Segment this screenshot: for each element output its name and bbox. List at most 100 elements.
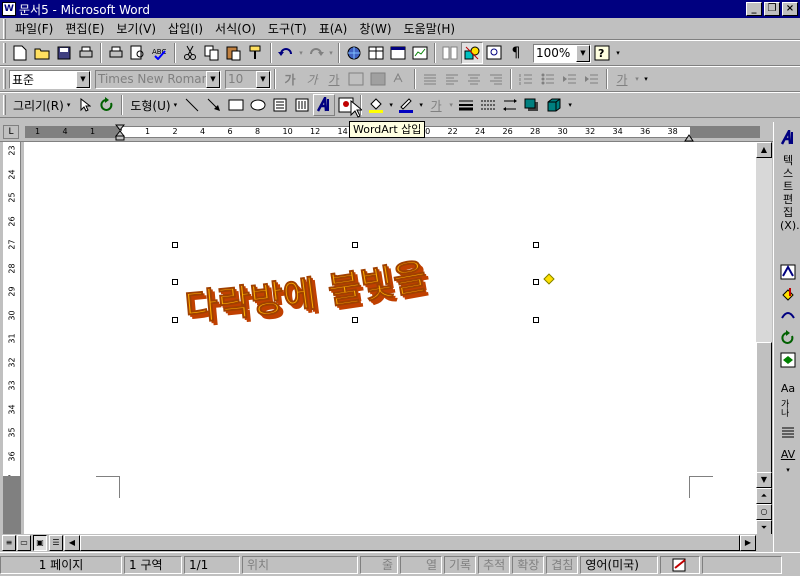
char-border-icon[interactable] xyxy=(345,68,367,90)
line-icon[interactable] xyxy=(181,94,203,116)
menu-insert[interactable]: 삽입(I) xyxy=(162,20,209,37)
format-wordart-icon[interactable] xyxy=(777,284,799,304)
italic-button[interactable]: 가 xyxy=(301,68,323,90)
open-icon[interactable] xyxy=(31,42,53,64)
previous-page-button[interactable]: ⏶ xyxy=(756,488,772,504)
style-combo[interactable]: 표준 ▼ xyxy=(9,69,91,89)
menu-table[interactable]: 표(A) xyxy=(313,20,354,37)
zoom-dropdown-icon[interactable]: ▼ xyxy=(576,44,590,62)
underline-button[interactable]: 가 xyxy=(323,68,345,90)
scroll-right-button[interactable]: ▶ xyxy=(740,535,756,551)
status-trk[interactable]: 추적 xyxy=(478,555,511,574)
toolbar-grip[interactable] xyxy=(3,95,6,115)
resize-handle[interactable] xyxy=(352,242,358,248)
undo-dropdown[interactable]: ▾ xyxy=(297,42,305,64)
insert-table-icon[interactable] xyxy=(387,42,409,64)
free-rotate-icon[interactable] xyxy=(96,94,118,116)
minimize-button[interactable]: _ xyxy=(746,2,762,16)
tab-selector-icon[interactable]: L xyxy=(3,125,19,139)
wordart-object[interactable]: 다락방에 불빛을 다락방에 불빛을 다락방에 불빛을 xyxy=(176,245,538,333)
select-browse-object-button[interactable]: ○ xyxy=(756,504,772,520)
document-page[interactable]: 다락방에 불빛을 다락방에 불빛을 다락방에 불빛을 xyxy=(24,142,756,534)
vertical-scrollbar[interactable]: ▲ ▼ ⏶ ○ ⏷ xyxy=(756,142,772,536)
arrow-style-icon[interactable] xyxy=(499,94,521,116)
dash-style-icon[interactable] xyxy=(477,94,499,116)
select-objects-icon[interactable] xyxy=(74,94,96,116)
status-page[interactable]: 1 페이지 xyxy=(0,555,122,574)
status-column[interactable]: 열 xyxy=(400,555,442,574)
align-center-icon[interactable] xyxy=(463,68,485,90)
align-left-icon[interactable] xyxy=(441,68,463,90)
font-color-button[interactable]: 가 xyxy=(425,94,447,116)
fill-color-icon[interactable] xyxy=(365,94,387,116)
menu-grip[interactable] xyxy=(3,18,6,39)
drawing-icon[interactable] xyxy=(461,42,483,64)
status-language[interactable]: 영어(미국) xyxy=(580,555,659,574)
restore-button[interactable]: ❐ xyxy=(764,2,780,16)
toolbar-grip[interactable] xyxy=(3,43,6,63)
save-icon[interactable] xyxy=(53,42,75,64)
close-button[interactable]: × xyxy=(782,2,798,16)
resize-handle[interactable] xyxy=(172,242,178,248)
status-page-count[interactable]: 1/1 xyxy=(184,555,240,574)
tables-borders-icon[interactable] xyxy=(365,42,387,64)
3d-icon[interactable] xyxy=(543,94,565,116)
print-layout-view-button[interactable]: ▣ xyxy=(33,535,47,551)
status-line[interactable]: 줄 xyxy=(360,555,398,574)
redo-dropdown[interactable]: ▾ xyxy=(327,42,335,64)
same-letter-heights-icon[interactable]: Aa xyxy=(777,378,799,398)
insert-wordart-icon[interactable] xyxy=(777,128,799,148)
line-style-icon[interactable] xyxy=(455,94,477,116)
horizontal-scrollbar[interactable]: ◀ ▶ xyxy=(64,535,756,551)
toolbar-grip[interactable] xyxy=(3,69,6,89)
format-painter-icon[interactable] xyxy=(245,42,267,64)
wordart-shape-icon[interactable] xyxy=(777,306,799,326)
new-icon[interactable] xyxy=(9,42,31,64)
horizontal-scroll-thumb[interactable] xyxy=(80,535,740,551)
shadow-icon[interactable] xyxy=(521,94,543,116)
oval-icon[interactable] xyxy=(247,94,269,116)
font-color-dropdown[interactable]: ▾ xyxy=(447,94,455,116)
vertical-text-icon[interactable]: 가나 xyxy=(781,400,795,420)
scroll-left-button[interactable]: ◀ xyxy=(64,535,80,551)
menu-view[interactable]: 보기(V) xyxy=(110,20,162,37)
print-preview-icon[interactable] xyxy=(75,42,97,64)
text-wrapping-icon[interactable] xyxy=(777,350,799,370)
wordart-gallery-icon[interactable] xyxy=(777,262,799,282)
toolbar-options-icon[interactable]: ▾ xyxy=(613,42,623,64)
print-icon[interactable] xyxy=(105,42,127,64)
normal-view-button[interactable]: ≡ xyxy=(2,535,16,551)
font-size-dropdown-icon[interactable]: ▼ xyxy=(256,70,270,88)
menu-tools[interactable]: 도구(T) xyxy=(262,20,313,37)
menu-edit[interactable]: 편집(E) xyxy=(59,20,110,37)
resize-handle[interactable] xyxy=(172,279,178,285)
font-size-combo[interactable]: 10 ▼ xyxy=(225,69,271,89)
resize-handle[interactable] xyxy=(352,317,358,323)
resize-handle[interactable] xyxy=(533,242,539,248)
scroll-up-button[interactable]: ▲ xyxy=(756,142,772,158)
document-map-icon[interactable] xyxy=(483,42,505,64)
resize-handle[interactable] xyxy=(533,279,539,285)
font-dropdown-icon[interactable]: ▼ xyxy=(206,70,220,88)
word-document-icon[interactable]: W xyxy=(2,2,16,16)
insert-wordart-button[interactable] xyxy=(313,94,336,116)
numbering-icon[interactable] xyxy=(515,68,537,90)
columns-icon[interactable] xyxy=(439,42,461,64)
resize-handle[interactable] xyxy=(172,317,178,323)
draw-menu-button[interactable]: 그리기(R) ▾ xyxy=(9,94,74,116)
spelling-status-icon[interactable] xyxy=(660,555,701,574)
arrow-icon[interactable] xyxy=(203,94,225,116)
hyperlink-icon[interactable] xyxy=(343,42,365,64)
paste-icon[interactable] xyxy=(223,42,245,64)
align-right-icon[interactable] xyxy=(485,68,507,90)
bullets-icon[interactable] xyxy=(537,68,559,90)
status-section[interactable]: 1 구역 xyxy=(124,555,182,574)
outline-view-button[interactable]: ☰ xyxy=(49,535,63,551)
web-layout-view-button[interactable]: ▭ xyxy=(17,535,31,551)
vertical-text-box-icon[interactable] xyxy=(291,94,313,116)
alignment-icon[interactable] xyxy=(777,422,799,442)
vertical-ruler[interactable]: 2324252627282930313233343536373839 xyxy=(3,142,21,534)
zoom-combo[interactable]: 100% ▼ xyxy=(533,43,591,63)
fill-color-dropdown[interactable]: ▾ xyxy=(387,94,395,116)
insert-excel-icon[interactable] xyxy=(409,42,431,64)
